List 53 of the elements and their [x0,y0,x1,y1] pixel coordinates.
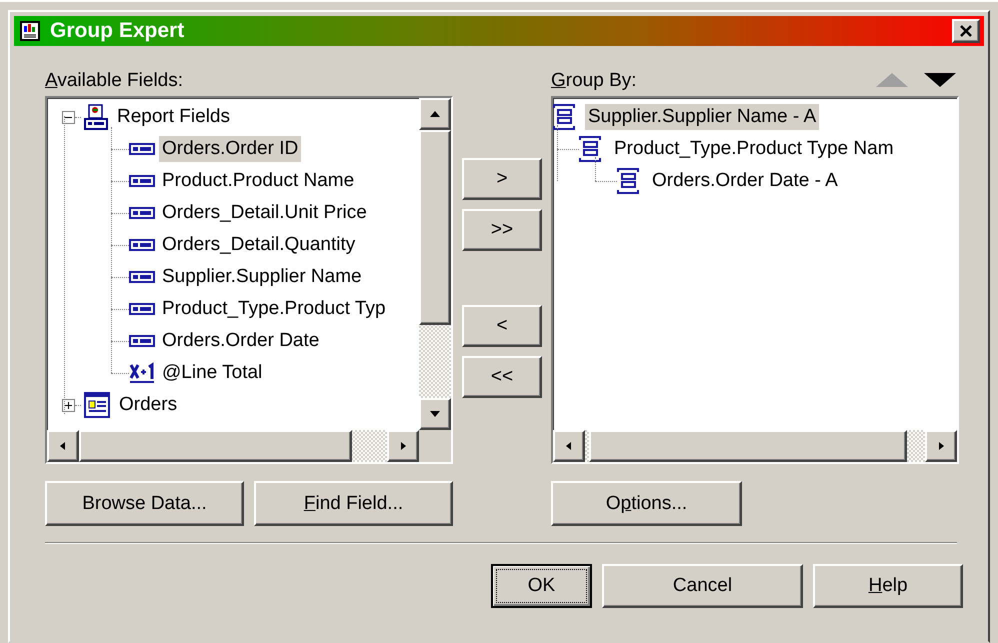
move-button[interactable]: << [462,356,542,398]
available-fields-list[interactable]: Report Fields Orders.Order ID Product.Product Name Orders_Detail.Unit Price Orders_Detail.Quantity Supplier.Supplier Name Product_Type.Product Typ Orders.Order Date @Line Total Orders [45,96,453,464]
field-icon [129,239,155,251]
group-item[interactable]: Orders.Order Date - A [649,168,841,194]
field-icon [129,335,155,347]
vertical-scrollbar[interactable] [419,98,451,430]
dialog-button[interactable]: OK [491,564,592,608]
window-title: Group Expert [50,19,186,43]
horizontal-scrollbar[interactable] [553,430,957,462]
move-button[interactable]: < [462,305,542,347]
dialog-button[interactable]: Help [813,564,963,608]
report-window-icon [20,21,40,41]
group-item[interactable]: Supplier.Supplier Name - A [585,104,820,130]
expand-icon[interactable] [62,398,75,412]
field-icon [129,303,155,315]
move-button[interactable]: >> [462,209,542,251]
group-item[interactable]: Product_Type.Product Type Nam [611,136,897,162]
scroll-up-icon[interactable] [429,110,441,118]
group-by-label: Group By: [551,70,637,93]
tree-item[interactable]: Orders_Detail.Unit Price [159,200,370,226]
available-fields-label: Available Fields: [45,70,184,93]
collapse-icon[interactable] [62,110,75,124]
group-icon [617,168,641,194]
tree-item[interactable]: Orders.Order Date [159,328,322,354]
close-button[interactable] [952,19,980,43]
horizontal-scrollbar[interactable] [47,430,419,462]
tree-item[interactable]: Orders [116,392,180,418]
scroll-down-icon[interactable] [429,410,441,418]
tree-item[interactable]: Product_Type.Product Typ [159,296,389,322]
move-button[interactable]: > [462,158,542,200]
field-icon [129,175,155,187]
field-icon [129,207,155,219]
report-icon [84,104,108,130]
formula-icon [129,362,155,384]
tree-item[interactable]: Orders.Order ID [159,136,302,162]
field-icon [129,143,155,155]
tree-item[interactable]: Orders_Detail.Quantity [159,232,358,258]
tree-item[interactable]: Product.Product Name [159,168,358,194]
field-action-button[interactable]: Browse Data... [45,481,244,526]
options-button[interactable]: Options... [551,481,742,526]
group-icon [553,104,577,130]
tree-item[interactable]: @Line Total [159,360,266,386]
close-icon [959,25,973,37]
move-down-icon[interactable] [923,72,957,88]
dialog-button[interactable]: Cancel [602,564,803,608]
group-icon [579,136,603,162]
table-icon [84,392,110,418]
field-action-button[interactable]: Find Field... [254,481,453,526]
scrollbar-corner [419,430,451,462]
field-icon [129,271,155,283]
group-by-list[interactable]: Supplier.Supplier Name - A Product_Type.Product Type Nam Orders.Order Date - A [551,96,959,464]
tree-item[interactable]: Report Fields [114,104,233,130]
tree-item[interactable]: Supplier.Supplier Name [159,264,365,290]
